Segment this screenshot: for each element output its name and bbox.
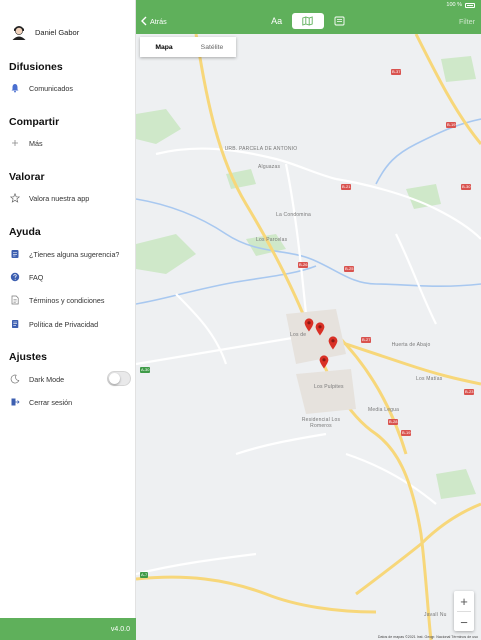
road-badge: B-19	[446, 122, 457, 128]
battery-icon	[465, 2, 475, 8]
map-marker[interactable]	[315, 322, 325, 336]
sidebar-item-label: Dark Mode	[29, 374, 65, 384]
section-title-difusiones: Difusiones	[9, 61, 63, 73]
sidebar-item-comunicados[interactable]: Comunicados	[9, 80, 131, 96]
status-bar: 100 %	[446, 2, 475, 8]
map-label-condomina: La Condomina	[276, 212, 311, 218]
section-title-compartir: Compartir	[9, 116, 60, 128]
back-label: Atrás	[150, 16, 167, 26]
map-icon	[302, 16, 314, 26]
sidebar-item-label: ¿Tienes alguna sugerencia?	[29, 249, 120, 259]
version-label: v4.0.0	[110, 625, 130, 633]
map-canvas	[136, 34, 481, 640]
road-badge: B-25	[344, 266, 355, 272]
map-marker[interactable]	[304, 318, 314, 332]
road-badge: B-21	[341, 184, 352, 190]
road-badge: B-30	[461, 184, 472, 190]
road-badge: B-26	[298, 262, 309, 268]
text-size-label: Aa	[271, 16, 283, 26]
map-type-option-mapa[interactable]: Mapa	[140, 37, 188, 57]
road-badge: B-37	[391, 69, 402, 75]
version-bar: v4.0.0	[0, 618, 136, 640]
map-marker[interactable]	[319, 355, 329, 369]
section-title-ayuda: Ayuda	[9, 226, 41, 238]
map[interactable]: URB. PARCELA DE ANTONIO Alguazas La Cond…	[136, 34, 481, 640]
sidebar-item-valora[interactable]: Valora nuestra app	[9, 190, 131, 206]
map-label-residencial: Residencial Los Romeros	[301, 417, 341, 429]
sidebar-item-label: FAQ	[29, 272, 44, 282]
sidebar: Daniel Gabor Difusiones Comunicados Comp…	[0, 0, 136, 640]
sidebar-item-label: Política de Privacidad	[29, 319, 99, 329]
section-title-ajustes: Ajustes	[9, 351, 47, 363]
zoom-out-button[interactable]: −	[454, 612, 474, 632]
segment-list[interactable]	[324, 13, 355, 29]
map-label-javali: Javalí Nu	[424, 612, 447, 618]
segment-map[interactable]	[292, 13, 324, 29]
question-icon	[9, 271, 21, 283]
road-badge: A-30	[140, 367, 151, 373]
map-label-pulpites: Los Pulpites	[314, 384, 344, 390]
map-label-urbanizacion: URB. PARCELA DE ANTONIO	[224, 146, 298, 152]
avatar	[9, 22, 29, 42]
document-icon	[9, 294, 21, 306]
sidebar-item-label: Valora nuestra app	[29, 193, 90, 203]
map-label-parcelas: Los Parcelas	[256, 237, 288, 243]
map-label-alguazas: Alguazas	[258, 164, 281, 170]
sidebar-item-sugerencia[interactable]: ¿Tienes alguna sugerencia?	[9, 246, 131, 262]
sidebar-item-terminos[interactable]: Términos y condiciones	[9, 292, 131, 308]
map-label-losde: Los de	[290, 332, 307, 338]
dark-mode-toggle[interactable]	[107, 371, 131, 386]
section-title-valorar: Valorar	[9, 171, 45, 183]
navigation-bar: 100 % Atrás Aa Filter	[136, 0, 481, 34]
sidebar-item-label: Comunicados	[29, 83, 73, 93]
map-marker[interactable]	[328, 336, 338, 350]
sidebar-item-cerrar-sesion[interactable]: Cerrar sesión	[9, 394, 131, 410]
map-label-media-legua: Media Legua	[368, 407, 400, 413]
sidebar-item-label: Más	[29, 138, 43, 148]
road-badge: A-7	[140, 572, 149, 578]
suggestion-icon	[9, 248, 21, 260]
chevron-left-icon	[141, 16, 147, 26]
battery-percent: 100 %	[446, 2, 462, 8]
plus-icon	[9, 137, 21, 149]
list-icon	[334, 16, 345, 26]
sidebar-item-label: Cerrar sesión	[29, 397, 73, 407]
logout-icon	[9, 396, 21, 408]
user-profile[interactable]: Daniel Gabor	[9, 22, 79, 42]
road-badge: B-23	[464, 389, 475, 395]
view-segmented-control: Aa	[261, 13, 355, 29]
sidebar-item-label: Términos y condiciones	[29, 295, 105, 305]
map-attribution[interactable]: Datos de mapas ©2021 Inst. Geogr. Nacion…	[378, 635, 478, 639]
toggle-knob	[109, 373, 120, 384]
map-label-matias: Los Matías	[416, 376, 443, 382]
map-type-option-satelite[interactable]: Satélite	[188, 37, 236, 57]
back-button[interactable]: Atrás	[140, 16, 167, 26]
filter-button[interactable]: Filter	[459, 17, 475, 26]
segment-text-size[interactable]: Aa	[261, 13, 292, 29]
road-badge: B-19	[401, 430, 412, 436]
map-type-control: Mapa Satélite	[140, 37, 236, 57]
map-label-huerta: Huerta de Abajo	[391, 342, 431, 348]
zoom-control: + −	[454, 591, 474, 631]
main-panel: URB. PARCELA DE ANTONIO Alguazas La Cond…	[136, 0, 481, 640]
moon-icon	[9, 373, 21, 385]
sidebar-item-faq[interactable]: FAQ	[9, 269, 131, 285]
bell-icon	[9, 82, 21, 94]
star-icon	[9, 192, 21, 204]
road-badge: B-27	[361, 337, 372, 343]
user-name: Daniel Gabor	[35, 27, 80, 37]
sidebar-item-privacidad[interactable]: Política de Privacidad	[9, 316, 131, 332]
sidebar-item-dark-mode: Dark Mode	[9, 371, 101, 387]
zoom-in-button[interactable]: +	[454, 591, 474, 611]
privacy-icon	[9, 318, 21, 330]
road-badge: B-28	[388, 419, 399, 425]
sidebar-item-mas[interactable]: Más	[9, 135, 131, 151]
